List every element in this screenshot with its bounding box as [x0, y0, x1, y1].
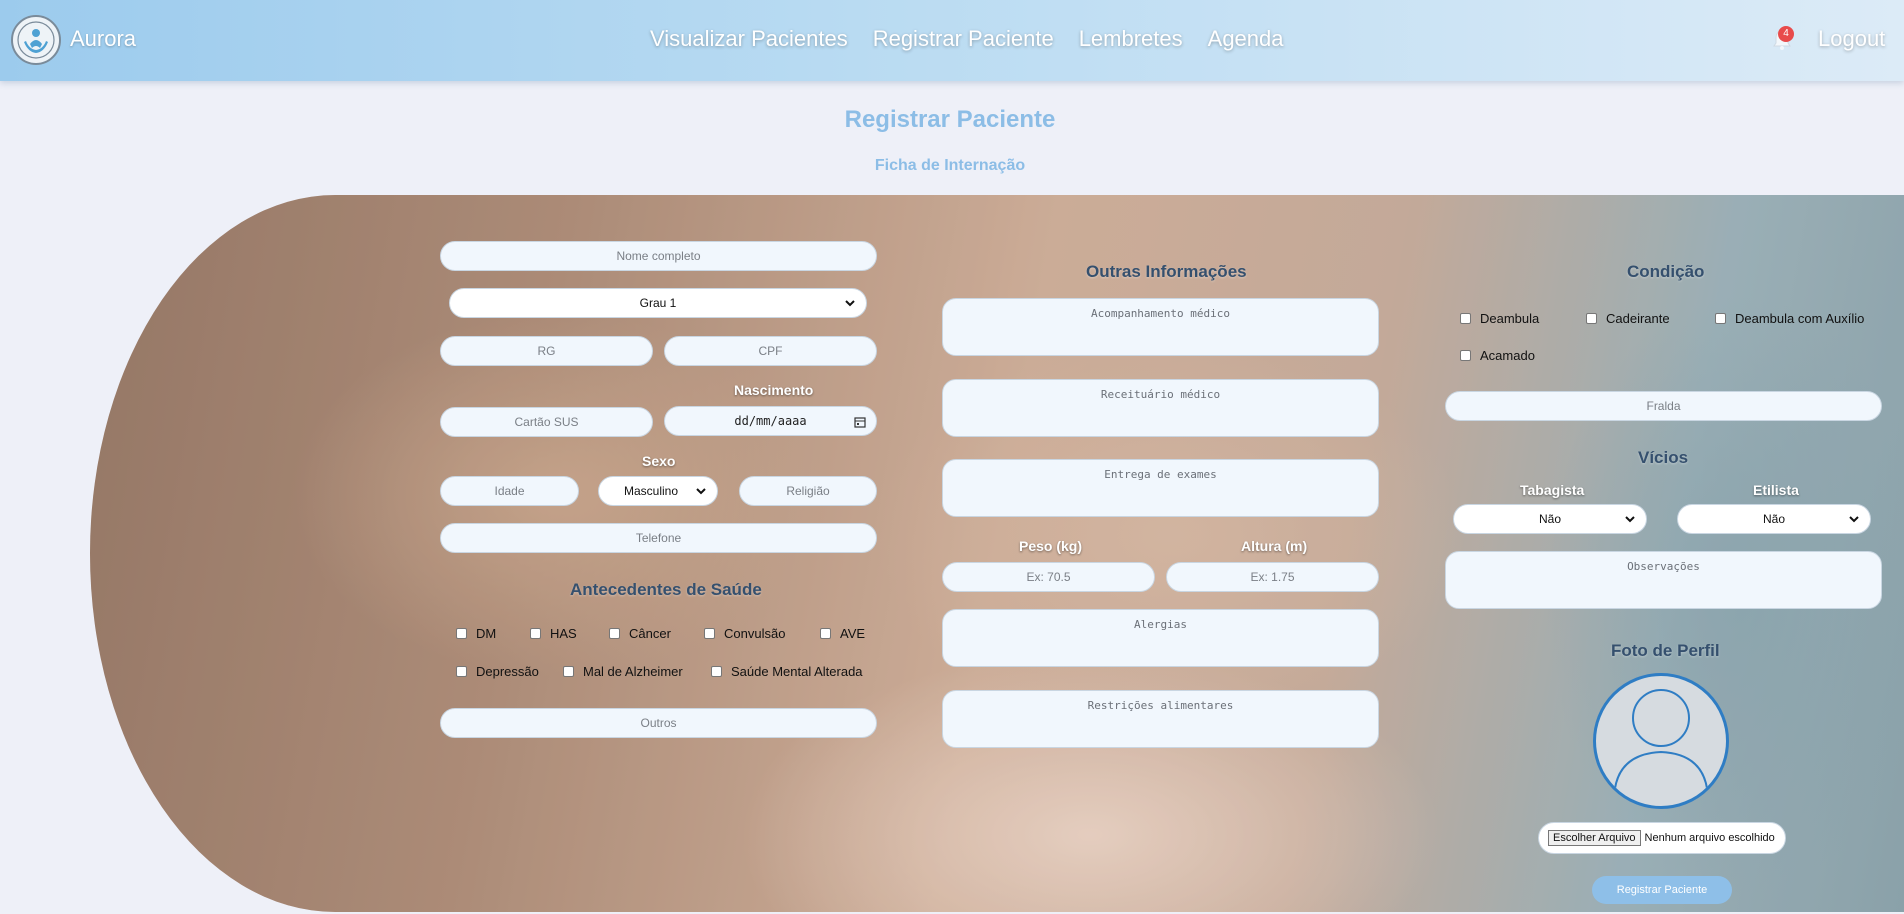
sexo-select[interactable]: Masculino [598, 476, 718, 506]
peso-label: Peso (kg) [1019, 538, 1083, 554]
restricoes-textarea[interactable] [942, 690, 1379, 748]
grau-select[interactable]: Grau 1 [449, 288, 867, 318]
checkbox-has[interactable]: HAS [530, 626, 577, 641]
altura-label: Altura (m) [1241, 538, 1308, 554]
cartao-sus-input[interactable] [440, 407, 653, 437]
rg-input[interactable] [440, 336, 653, 366]
alergias-textarea[interactable] [942, 609, 1379, 667]
exames-textarea[interactable] [942, 459, 1379, 517]
main-nav: Visualizar Pacientes Registrar Paciente … [650, 26, 1284, 52]
cpf-input[interactable] [664, 336, 877, 366]
vicios-title: Vícios [1638, 448, 1689, 467]
nav-lembretes[interactable]: Lembretes [1079, 26, 1183, 52]
chevron-down-icon [696, 488, 706, 495]
outras-informacoes-title: Outras Informações [1086, 262, 1247, 281]
receituario-textarea[interactable] [942, 379, 1379, 437]
chevron-down-icon [1849, 516, 1859, 523]
idade-input[interactable] [440, 476, 579, 506]
peso-input[interactable] [942, 562, 1155, 592]
nascimento-date-input[interactable]: dd/mm/aaaa [664, 406, 877, 436]
checkbox-acamado[interactable]: Acamado [1460, 348, 1535, 363]
file-status-text: Nenhum arquivo escolhido [1644, 832, 1775, 844]
acompanhamento-textarea[interactable] [942, 298, 1379, 356]
observacoes-textarea[interactable] [1445, 551, 1882, 609]
condicao-title: Condição [1627, 262, 1705, 281]
chevron-down-icon [845, 300, 855, 307]
nav-registrar-paciente[interactable]: Registrar Paciente [873, 26, 1054, 52]
checkbox-dm[interactable]: DM [456, 626, 496, 641]
checkbox-saude-mental[interactable]: Saúde Mental Alterada [711, 664, 863, 679]
altura-input[interactable] [1166, 562, 1379, 592]
chevron-down-icon [1625, 516, 1635, 523]
registrar-paciente-button[interactable]: Registrar Paciente [1592, 876, 1732, 904]
page-subtitle: Ficha de Internação [874, 157, 1026, 174]
aurora-logo-icon[interactable] [11, 15, 61, 65]
nascimento-label: Nascimento [734, 382, 814, 398]
etilista-label: Etilista [1753, 482, 1799, 498]
religiao-input[interactable] [739, 476, 877, 506]
nome-completo-input[interactable] [440, 241, 877, 271]
page-title: Registrar Paciente [844, 106, 1056, 133]
file-upload-field[interactable]: Escolher Arquivo Nenhum arquivo escolhid… [1538, 822, 1786, 854]
etilista-select[interactable]: Não [1677, 504, 1871, 534]
checkbox-ave[interactable]: AVE [820, 626, 865, 641]
tabagista-label: Tabagista [1520, 482, 1585, 498]
notification-count-badge: 4 [1778, 26, 1794, 42]
logout-link[interactable]: Logout [1818, 26, 1885, 52]
checkbox-deambula[interactable]: Deambula [1460, 311, 1539, 326]
top-navbar: Aurora Visualizar Pacientes Registrar Pa… [0, 0, 1904, 81]
outros-input[interactable] [440, 708, 877, 738]
fralda-input[interactable] [1445, 391, 1882, 421]
sexo-label: Sexo [642, 453, 676, 469]
telefone-input[interactable] [440, 523, 877, 553]
avatar-placeholder-icon [1593, 673, 1729, 809]
foto-perfil-title: Foto de Perfil [1611, 641, 1720, 660]
antecedentes-title: Antecedentes de Saúde [570, 580, 762, 599]
nav-agenda[interactable]: Agenda [1208, 26, 1284, 52]
choose-file-button[interactable]: Escolher Arquivo [1548, 830, 1641, 846]
checkbox-cadeirante[interactable]: Cadeirante [1586, 311, 1670, 326]
tabagista-select[interactable]: Não [1453, 504, 1647, 534]
checkbox-alzheimer[interactable]: Mal de Alzheimer [563, 664, 683, 679]
checkbox-cancer[interactable]: Câncer [609, 626, 671, 641]
checkbox-depressao[interactable]: Depressão [456, 664, 539, 679]
brand-name[interactable]: Aurora [70, 26, 136, 52]
checkbox-deambula-auxilio[interactable]: Deambula com Auxílio [1715, 311, 1864, 326]
checkbox-convulsao[interactable]: Convulsão [704, 626, 785, 641]
nav-visualizar-pacientes[interactable]: Visualizar Pacientes [650, 26, 848, 52]
calendar-icon[interactable] [854, 416, 866, 428]
